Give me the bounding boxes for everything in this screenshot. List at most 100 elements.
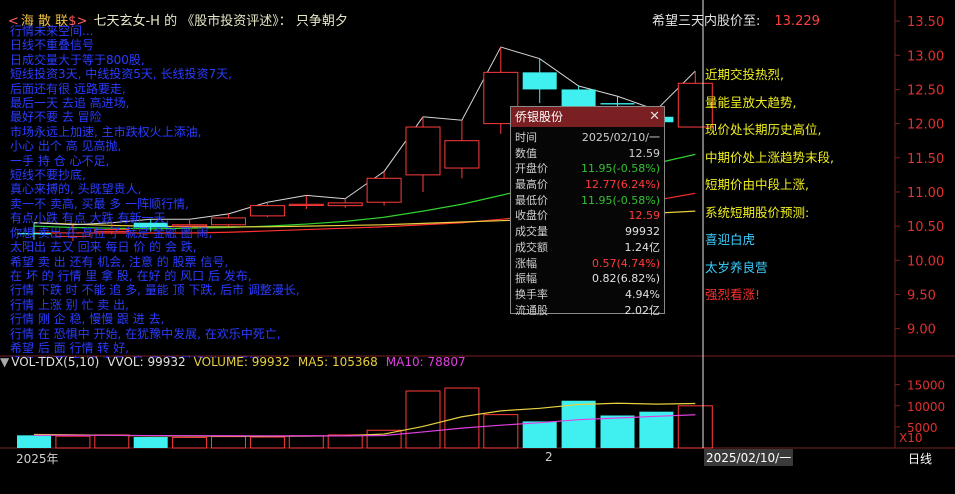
popup-row-value: 0.82(6.82%) [591, 272, 660, 286]
popup-row: 数值 12.59 [511, 146, 664, 162]
popup-row-value: 12.59 [628, 146, 661, 160]
collapse-icon[interactable]: ▼ [0, 355, 9, 369]
vol-indicator-name[interactable]: VOL-TDX(5,10) [11, 355, 99, 369]
price-tick-label: 13.00 [907, 49, 944, 64]
price-tick-label: 10.50 [907, 220, 944, 235]
quote-popup[interactable]: 侨银股份 ✕ 时间 2025/02/10/一数值 12.59 开盘价 11.95(-0.… [510, 106, 665, 317]
volume-bar-up [444, 387, 480, 449]
volume-bar-up [94, 434, 130, 449]
price-tick-label: 9.00 [907, 323, 936, 338]
popup-row: 时间 2025/02/10/一 [511, 130, 664, 146]
popup-row-label: 数值 [515, 146, 537, 160]
x-label-month: 2 [545, 450, 553, 464]
x-label-year: 2025年 [16, 452, 59, 466]
popup-row-label: 最低价 [515, 193, 548, 207]
blue-note-line: 真心来搏的, 头既望贵人, [10, 182, 142, 197]
close-icon[interactable]: ✕ [649, 107, 660, 127]
popup-row-label: 振幅 [515, 272, 537, 286]
forecast-note: 现价处长期历史高位, [705, 122, 822, 137]
volume-bar-up [288, 435, 324, 449]
popup-row-label: 收盘价 [515, 209, 548, 223]
volume-bar-up [483, 414, 519, 449]
blue-note-line: 市场永远上加速, 主市跌权火上添油, [10, 124, 202, 139]
popup-row-label: 开盘价 [515, 162, 548, 176]
popup-title: 侨银股份 [515, 110, 564, 124]
popup-row-label: 涨幅 [515, 256, 537, 270]
volume-bar-down [17, 435, 51, 448]
volume-bar-down [133, 437, 168, 448]
ma5-value: MA5: 105368 [297, 355, 378, 369]
forecast-note: 量能呈放大趋势, [705, 94, 797, 110]
volume-bar-up [55, 435, 91, 449]
expectation-label: 希望三天内股价至: [652, 14, 761, 29]
popup-row: 振幅 0.82(6.82%) [511, 271, 664, 287]
popup-row: 最低价 11.95(-0.58%) [511, 193, 664, 209]
price-tick-label: 12.00 [907, 118, 944, 133]
volume-bar-up [172, 436, 208, 449]
popup-title-bar[interactable]: 侨银股份 ✕ [511, 107, 664, 127]
popup-row-value: 2025/02/10/一 [581, 131, 660, 144]
blue-notes-overlay: 行情未来空间... 日线不重叠信号 日成交量大于等于800股, 短线投资3天, 中线投… [10, 24, 340, 358]
volume-bar-up [677, 405, 713, 449]
volume-unit-label: X10 [899, 431, 923, 445]
volume-value: VOLUME: 99932 [193, 355, 290, 369]
popup-row: 开盘价 11.95(-0.58%) [511, 161, 664, 177]
forecast-note: 短期价由中段上涨, [705, 177, 809, 192]
popup-row-value: 11.95(-0.58%) [581, 162, 660, 176]
price-expectation: 希望三天内股价至: 13.229 [652, 10, 820, 29]
forecast-note: 强烈看涨! [705, 287, 761, 302]
price-tick-label: 9.50 [907, 288, 936, 303]
volume-bar-up [366, 429, 402, 449]
volume-bar-up [211, 436, 246, 449]
forecast-note: 近期交投热烈, [705, 67, 784, 82]
blue-note-line: 小心 出个 高 见高抛, [10, 139, 122, 154]
blue-note-line: 希望 后 面 行情 转 好, [10, 340, 129, 355]
popup-row-label: 时间 [515, 131, 537, 144]
popup-row-value: 2.02亿 [624, 303, 661, 317]
blue-note-line: 希望 卖 出 还有 机会, 注意 的 股票 信号, [10, 254, 229, 269]
popup-row-label: 流通股 [515, 303, 548, 317]
popup-row: 成交量 99932 [511, 224, 664, 240]
blue-note-line: 最好不要 去 冒险 [10, 110, 102, 125]
popup-row-label: 最高价 [515, 178, 548, 192]
price-tick-label: 11.50 [907, 152, 944, 167]
price-tick-label: 13.50 [907, 15, 944, 30]
volume-bar-up [327, 434, 363, 449]
popup-row-label: 成交额 [515, 240, 548, 254]
blue-note-line: 有点小跌 有点 大跌 有新一天, [10, 211, 170, 226]
blue-note-line: 短线不要抄底, [10, 168, 86, 183]
popup-row: 收盘价 12.59 [511, 208, 664, 224]
blue-note-line: 行情 刚 企 稳, 慢慢 跟 进 去, [10, 312, 165, 327]
popup-rows: 时间 2025/02/10/一 数值 12.59 开盘价 11.95(-0.58%) 最高价… [511, 127, 664, 318]
popup-row-value: 12.77(6.24%) [584, 178, 660, 192]
popup-row: 涨幅 0.57(4.74%) [511, 256, 664, 272]
popup-row: 流通股 2.02亿 [511, 303, 664, 319]
popup-row-label: 换手率 [515, 287, 548, 301]
popup-row-value: 99932 [625, 225, 660, 239]
volume-tick-label: 15000 [907, 379, 945, 393]
candle-body-up [366, 177, 402, 203]
forecast-note: 中期价处上涨趋势末段, [705, 149, 834, 165]
popup-row-value: 1.24亿 [624, 240, 661, 254]
popup-row-value: 4.94% [625, 287, 660, 301]
period-label[interactable]: 日线 [908, 450, 932, 467]
blue-note-line: 日线不重叠信号 [10, 38, 95, 53]
popup-row-label: 成交量 [515, 225, 548, 239]
blue-note-line: 后面还有很 远路要走, [10, 81, 126, 96]
expectation-value: 13.229 [774, 14, 820, 29]
blue-note-line: 日成交量大于等于800股, [10, 52, 145, 67]
candle-body-down [600, 103, 635, 105]
vvol-value: VVOL: 99932 [107, 355, 186, 369]
popup-row: 换手率 4.94% [511, 287, 664, 303]
forecast-note: 喜迎白虎 [705, 232, 756, 247]
blue-note-line: 短线投资3天, 中线投资5天, 长线投资7天, [10, 67, 232, 82]
volume-ma5-line [33, 402, 696, 437]
price-tick-label: 11.00 [907, 186, 944, 201]
popup-row: 成交额 1.24亿 [511, 240, 664, 256]
popup-row: 最高价 12.77(6.24%) [511, 177, 664, 193]
popup-row-value: 12.59 [628, 209, 661, 223]
candle-body-down [522, 72, 557, 90]
blue-note-line: 卖一不 卖高, 买最 多 一阵顺行情, [10, 196, 189, 211]
volume-tick-label: 10000 [907, 400, 945, 414]
ma10-value: MA10: 78807 [385, 355, 466, 369]
